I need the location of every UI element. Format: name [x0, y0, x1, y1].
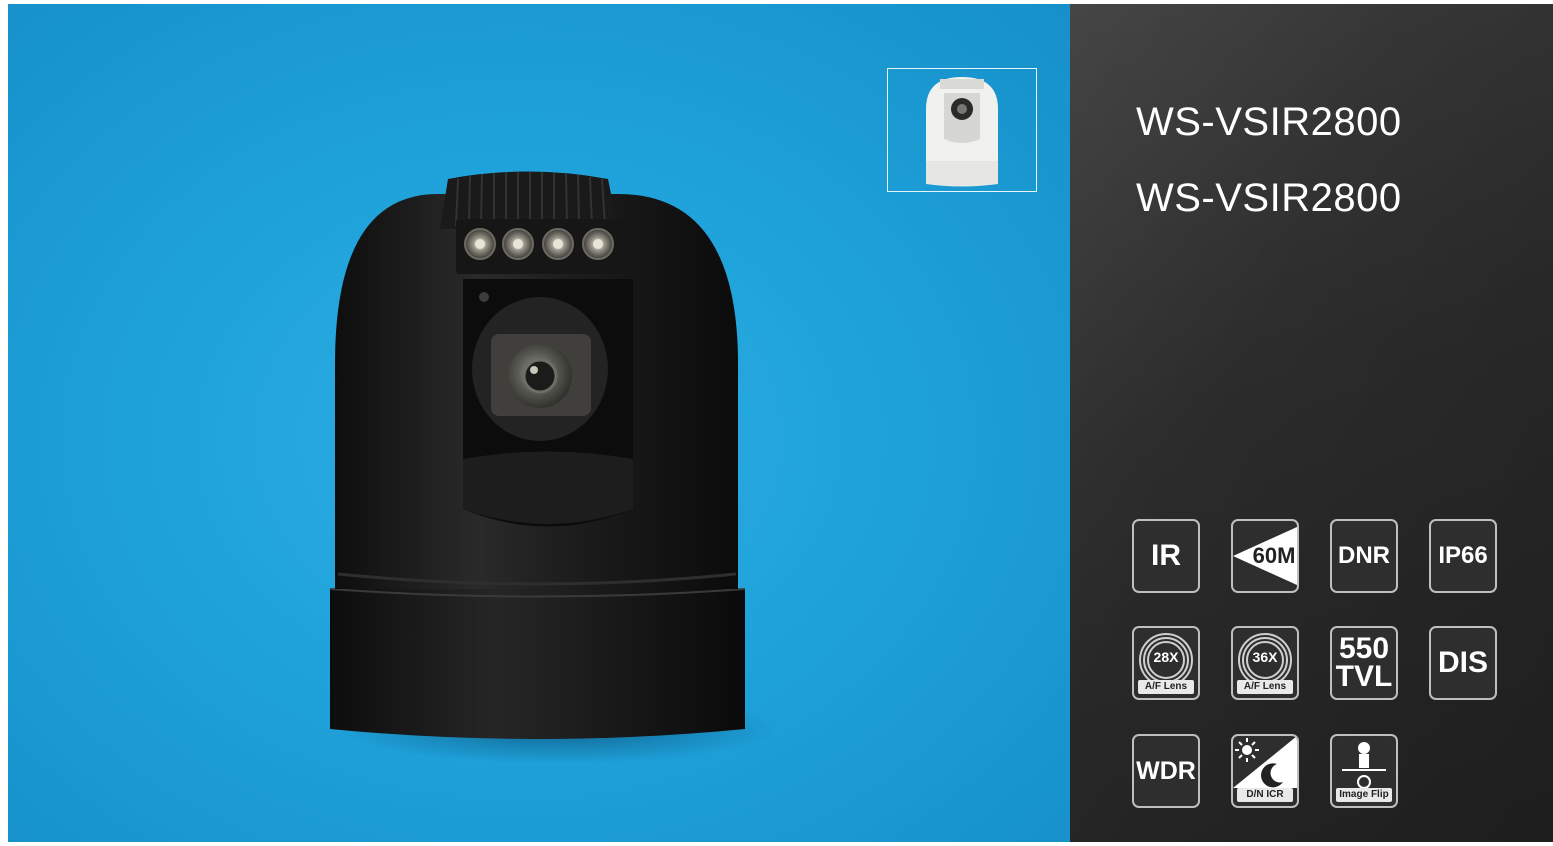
- badge-dis-label: DIS: [1437, 646, 1488, 679]
- badge-dis: DIS: [1429, 626, 1497, 700]
- badge-28x-lens: 28X A/F Lens: [1132, 626, 1200, 700]
- badge-flip-caption: Image Flip: [1336, 788, 1392, 802]
- model-name-secondary: WS-VSIR2800: [1136, 176, 1402, 220]
- badge-ip66: IP66: [1429, 519, 1497, 593]
- badge-tvl-unit: TVL: [1335, 660, 1393, 693]
- badge-60m: 60M: [1231, 519, 1299, 593]
- badge-ir: IR: [1132, 519, 1200, 593]
- badge-36x-zoom: 36X: [1252, 649, 1278, 665]
- badge-28x-zoom: 28X: [1153, 649, 1179, 665]
- badge-tvl-value: 550: [1338, 632, 1390, 666]
- badge-60m-label: 60M: [1252, 543, 1296, 568]
- badge-550-tvl: 550 TVL: [1330, 626, 1398, 700]
- product-thumbnail[interactable]: [887, 68, 1037, 192]
- badge-wdr-label: WDR: [1136, 756, 1196, 785]
- badge-ir-label: IR: [1151, 539, 1181, 572]
- badge-dn-icr: D/N ICR: [1231, 734, 1299, 808]
- badge-image-flip: Image Flip: [1330, 734, 1398, 808]
- product-stage: [8, 4, 1070, 842]
- badge-dnicr-caption: D/N ICR: [1237, 788, 1293, 802]
- badge-28x-caption: A/F Lens: [1138, 680, 1194, 694]
- camera-thumbnail-icon: [926, 77, 998, 187]
- model-name: WS-VSIR2800: [1136, 100, 1402, 144]
- badge-dnr-label: DNR: [1338, 542, 1390, 569]
- badge-36x-lens: 36X A/F Lens: [1231, 626, 1299, 700]
- badge-36x-caption: A/F Lens: [1237, 680, 1293, 694]
- badge-wdr: WDR: [1132, 734, 1200, 808]
- badge-dnr: DNR: [1330, 519, 1398, 593]
- spec-panel: WS-VSIR2800 WS-VSIR2800 IR 60M DNR IP66 …: [1070, 4, 1553, 842]
- badge-ip66-label: IP66: [1438, 542, 1488, 569]
